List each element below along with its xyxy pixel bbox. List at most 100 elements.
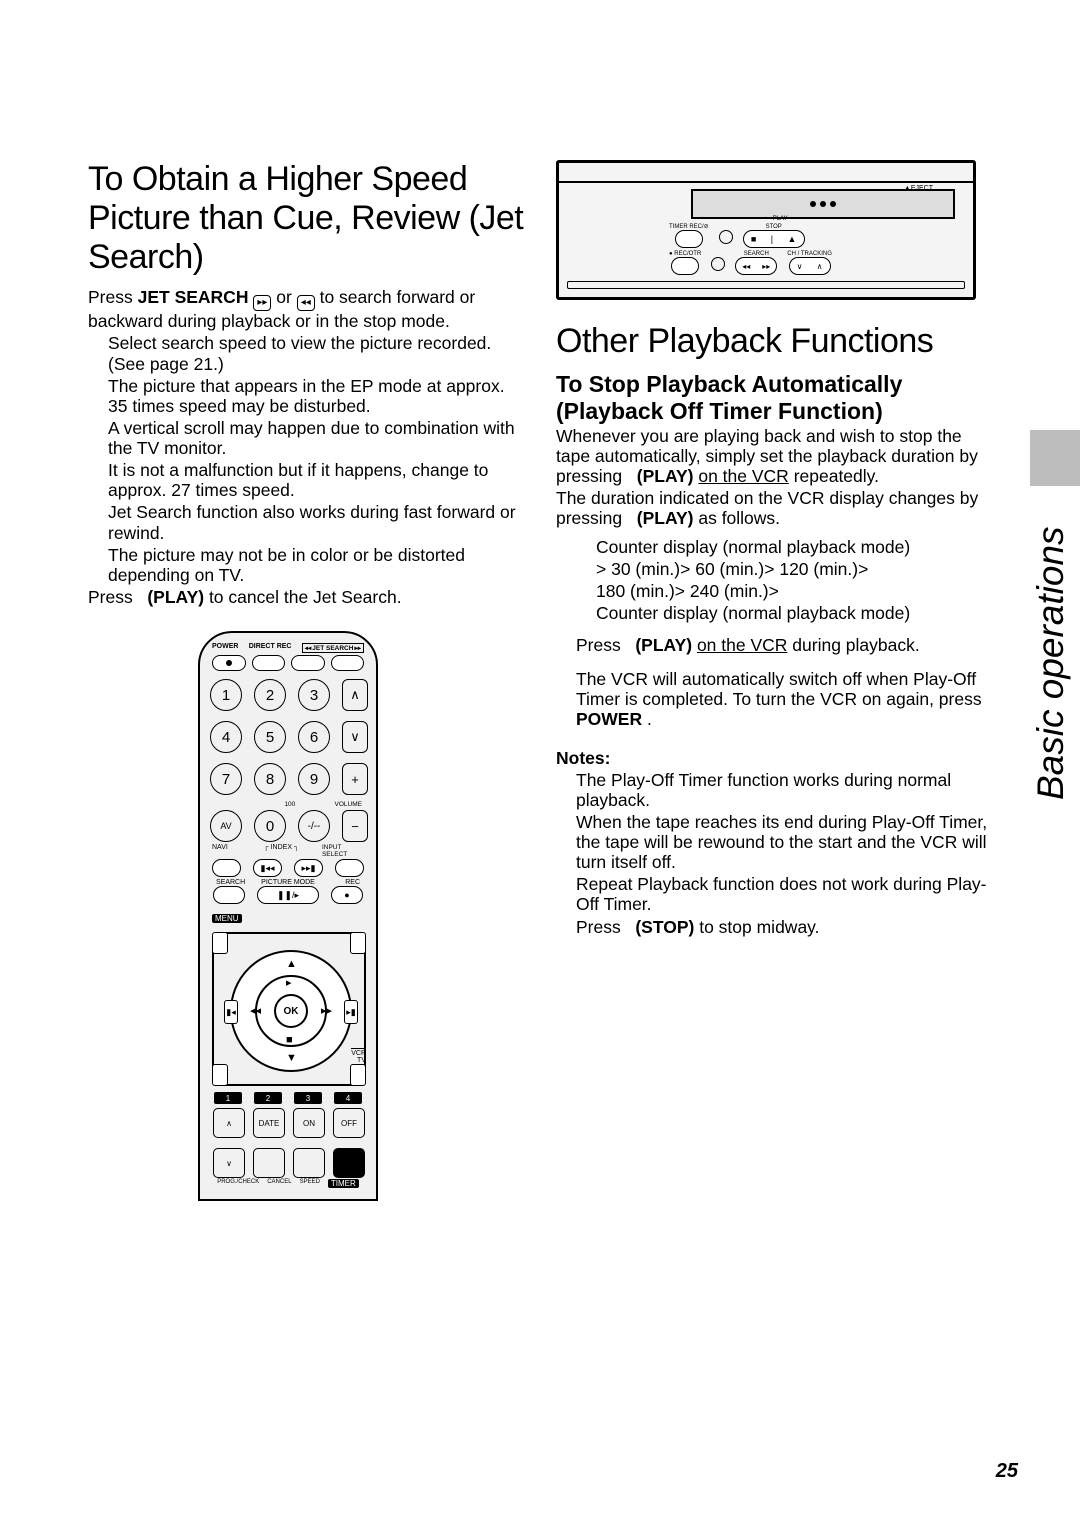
picture-mode-button[interactable]: ❚❚/▸ <box>257 886 319 904</box>
digit-1-button[interactable]: 1 <box>210 679 242 711</box>
sequence-line-3: 180 (min.)> 240 (min.)> <box>596 581 996 601</box>
digit-4-button[interactable]: 4 <box>210 721 242 753</box>
page: To Obtain a Higher Speed Picture than Cu… <box>0 0 1080 1300</box>
sequence-line-1: Counter display (normal playback mode) <box>596 537 996 557</box>
direct-rec-button[interactable] <box>252 655 286 671</box>
left-column: To Obtain a Higher Speed Picture than Cu… <box>88 160 528 1240</box>
text: repeatedly. <box>789 466 879 486</box>
spare-2-button[interactable] <box>293 1148 325 1178</box>
digit-9-button[interactable]: 9 <box>298 763 330 795</box>
fast-forward-icon: ▸▸ <box>253 295 271 311</box>
jet-search-label: ◂◂JET SEARCH▸▸ <box>302 643 364 653</box>
text: Press <box>88 287 138 307</box>
skip-fwd-button[interactable]: ▸▮ <box>344 1000 358 1024</box>
spare-3-button[interactable] <box>333 1148 365 1178</box>
underline-text: on the VCR <box>698 466 788 486</box>
digit-3-button[interactable]: 3 <box>298 679 330 711</box>
sequence-line-2: > 30 (min.)> 60 (min.)> 120 (min.)> <box>596 559 996 579</box>
corner-bl-button[interactable] <box>212 1064 228 1086</box>
sequence-line-4: Counter display (normal playback mode) <box>596 603 996 623</box>
search-button[interactable] <box>213 886 245 904</box>
side-tab-label: Basic operations <box>1026 430 1076 800</box>
vcr-tv-label: VCRTV <box>351 1048 366 1064</box>
note-tape-end: When the tape reaches its end during Pla… <box>576 812 996 872</box>
skip-back-button[interactable]: ▮◂ <box>224 1000 238 1024</box>
dpad-inner: OK <box>255 975 327 1047</box>
search-label: SEARCH <box>216 879 246 886</box>
digit-0-button[interactable]: 0 <box>254 810 286 842</box>
bold: (PLAY) <box>637 466 694 486</box>
jet-search-ff-button[interactable] <box>331 655 365 671</box>
digit-5-button[interactable]: 5 <box>254 721 286 753</box>
index-next-button[interactable]: ▸▸▮ <box>294 859 323 877</box>
preset-4-indicator: 4 <box>334 1092 362 1104</box>
date-button[interactable]: DATE <box>253 1108 285 1138</box>
indicator-2 <box>711 257 725 271</box>
rewind-icon: ◂◂ <box>297 295 315 311</box>
up-button[interactable]: ∧ <box>213 1108 245 1138</box>
av-button[interactable]: AV <box>210 810 242 842</box>
rec-otr-button[interactable] <box>671 257 699 275</box>
ok-button[interactable]: OK <box>274 994 308 1028</box>
timer-label: TIMER <box>328 1179 359 1188</box>
index-label: ┌ INDEX ┐ <box>253 844 310 858</box>
picture-mode-label: PICTURE MODE <box>258 879 318 886</box>
text: or <box>271 287 296 307</box>
timer-rec-button[interactable] <box>675 230 703 248</box>
jet-search-rew-button[interactable] <box>291 655 325 671</box>
volume-label: VOLUME <box>335 801 362 808</box>
stop-play-button[interactable]: ■|▲ <box>743 230 805 248</box>
navi-button[interactable] <box>212 859 241 877</box>
text: Press <box>576 917 626 937</box>
off-button[interactable]: OFF <box>333 1108 365 1138</box>
channel-down-button[interactable]: ∨ <box>342 721 368 753</box>
digit-8-button[interactable]: 8 <box>254 763 286 795</box>
digit-6-button[interactable]: 6 <box>298 721 330 753</box>
corner-br-button[interactable] <box>350 1064 366 1086</box>
digit-2-button[interactable]: 2 <box>254 679 286 711</box>
note-normal-playback: The Play-Off Timer function works during… <box>576 770 996 810</box>
preset-2-indicator: 2 <box>254 1092 282 1104</box>
bold: (STOP) <box>635 917 694 937</box>
text: Press <box>576 635 626 655</box>
bold: JET SEARCH <box>138 287 249 307</box>
on-button[interactable]: ON <box>293 1108 325 1138</box>
volume-up-button[interactable]: + <box>342 763 368 795</box>
bullet-color-distort: The picture may not be in color or be di… <box>108 545 528 585</box>
text: as follows. <box>693 508 780 528</box>
text: Press <box>88 587 138 607</box>
input-select-button[interactable] <box>335 859 364 877</box>
ch-rocker[interactable]: ∨∧ <box>789 257 831 275</box>
text: . <box>642 709 652 729</box>
page-number: 25 <box>996 1460 1018 1483</box>
menu-button[interactable] <box>212 932 228 954</box>
menu-label: MENU <box>212 914 242 923</box>
section-heading-jet-search: To Obtain a Higher Speed Picture than Cu… <box>88 160 528 277</box>
volume-down-button[interactable]: − <box>342 810 368 842</box>
subheading-playback-off-timer: To Stop Playback Automatically (Playback… <box>556 371 996 424</box>
spare-1-button[interactable] <box>253 1148 285 1178</box>
prog-check-label: PROG./CHECK <box>217 1179 259 1188</box>
bold: (PLAY) <box>147 587 204 607</box>
channel-up-button[interactable]: ∧ <box>342 679 368 711</box>
bold: (PLAY) <box>635 635 692 655</box>
search-rocker[interactable]: ◂◂▸▸ <box>735 257 777 275</box>
dash-button[interactable]: -/-- <box>298 810 330 842</box>
note-stop-midway: Press (STOP) to stop midway. <box>576 917 996 937</box>
indicator-1 <box>719 230 733 244</box>
bold: POWER <box>576 709 642 729</box>
rec-button[interactable]: ● <box>331 886 363 904</box>
jet-search-instruction: Press JET SEARCH ▸▸ or ◂◂ to search forw… <box>88 287 528 331</box>
index-prev-button[interactable]: ▮◂◂ <box>253 859 282 877</box>
down-button[interactable]: ∨ <box>213 1148 245 1178</box>
preset-1-indicator: 1 <box>214 1092 242 1104</box>
up-arrow-icon: ▲ <box>286 958 297 970</box>
dpad: VCRTV ▲ ▼ ◂◂ ▸▸ ▸ ■ ▮◂ ▸▮ OK <box>212 932 366 1086</box>
timer-rec-label: TIMER REC/⊘ <box>669 223 709 230</box>
body-text-right: Whenever you are playing back and wish t… <box>556 426 996 937</box>
power-button[interactable] <box>212 655 246 671</box>
playoff-intro: Whenever you are playing back and wish t… <box>556 426 996 486</box>
notes-heading: Notes: <box>556 748 996 768</box>
corner-tr-button[interactable] <box>350 932 366 954</box>
digit-7-button[interactable]: 7 <box>210 763 242 795</box>
